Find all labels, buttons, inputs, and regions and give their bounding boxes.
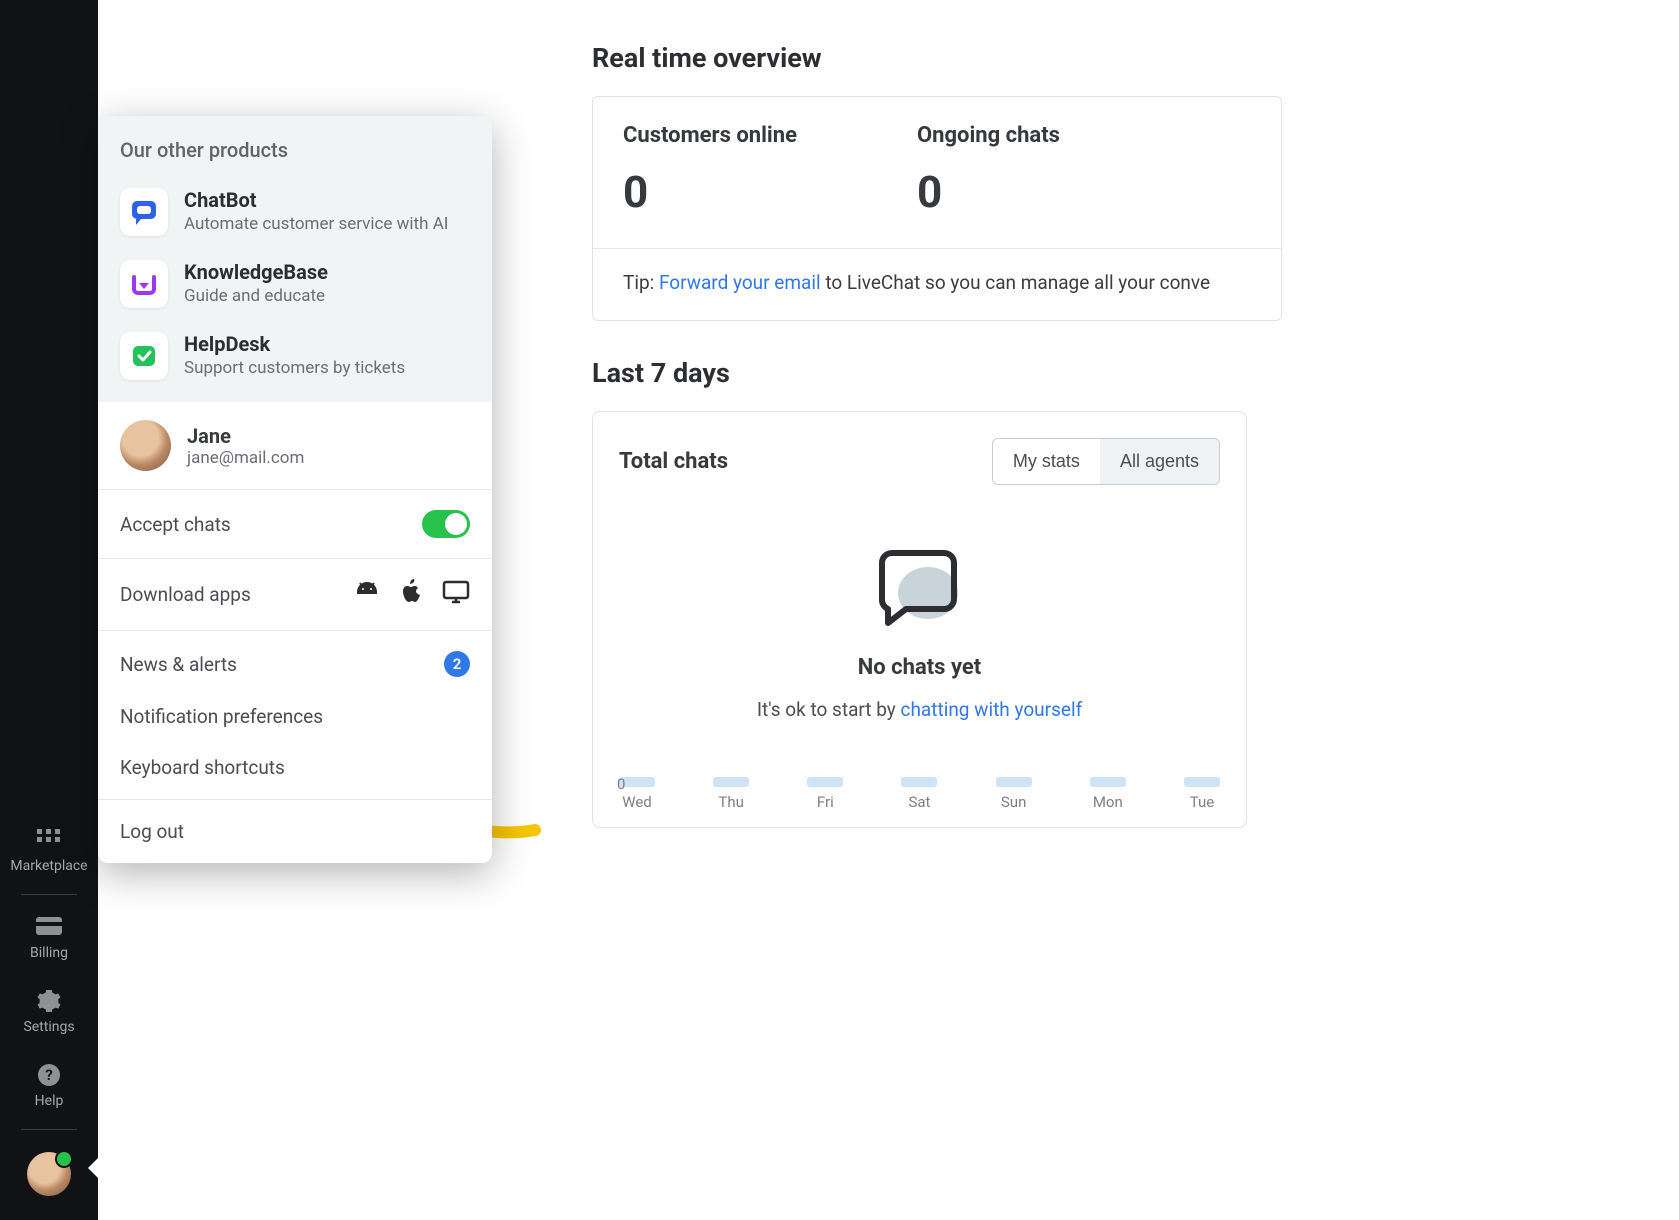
keyboard-shortcuts-link[interactable]: Keyboard shortcuts: [98, 742, 492, 793]
bar: [713, 777, 749, 787]
chat-yourself-link[interactable]: chatting with yourself: [901, 698, 1083, 721]
overview-title: Real time overview: [592, 42, 1292, 74]
overview-card: Customers online 0 Ongoing chats 0 Tip: …: [592, 96, 1282, 321]
left-rail: Marketplace Billing Settings ? Help: [0, 0, 98, 1220]
tick-fri: Fri: [807, 777, 843, 811]
popup-products-section: Our other products ChatBot Automate cust…: [98, 116, 492, 402]
main-content: Real time overview Customers online 0 On…: [592, 42, 1292, 828]
tick-thu: Thu: [713, 777, 749, 811]
total-chats-label: Total chats: [619, 449, 728, 474]
stat-label: Ongoing chats: [917, 123, 1060, 148]
last7-title: Last 7 days: [592, 357, 1292, 389]
link-label: Notification preferences: [120, 705, 323, 728]
card-divider: [593, 248, 1281, 249]
rail-label: Help: [35, 1093, 64, 1109]
grid-icon: [35, 828, 63, 852]
rail-label: Settings: [23, 1019, 74, 1035]
bar: [996, 777, 1032, 787]
empty-state: No chats yet It's ok to start by chattin…: [619, 533, 1220, 721]
tip-prefix: Tip:: [623, 271, 659, 294]
profile-popup: Our other products ChatBot Automate cust…: [98, 116, 492, 863]
accept-chats-row: Accept chats: [98, 490, 492, 559]
product-helpdesk[interactable]: HelpDesk Support customers by tickets: [120, 320, 470, 392]
stat-value: 0: [917, 166, 1060, 218]
user-email: jane@mail.com: [187, 448, 304, 468]
bar: [1090, 777, 1126, 787]
empty-text: It's ok to start by chatting with yourse…: [757, 698, 1082, 721]
product-desc: Support customers by tickets: [184, 358, 405, 378]
rail-billing[interactable]: Billing: [0, 901, 98, 975]
rail-marketplace[interactable]: Marketplace: [0, 814, 98, 888]
product-desc: Guide and educate: [184, 286, 328, 306]
links-section: News & alerts 2 Notification preferences…: [98, 631, 492, 800]
stats-segment: My stats All agents: [992, 438, 1220, 485]
popup-products-title: Our other products: [120, 138, 470, 162]
rail-separator: [21, 894, 77, 895]
tick-sun: Sun: [996, 777, 1032, 811]
rail-help[interactable]: ? Help: [0, 1049, 98, 1123]
tick-tue: Tue: [1184, 777, 1220, 811]
gear-icon: [35, 989, 63, 1013]
link-label: Log out: [120, 820, 184, 843]
empty-title: No chats yet: [858, 655, 981, 680]
tip-suffix: to LiveChat so you can manage all your c…: [821, 271, 1210, 294]
product-knowledgebase[interactable]: KnowledgeBase Guide and educate: [120, 248, 470, 320]
apple-icon[interactable]: [400, 579, 422, 610]
download-apps-row: Download apps: [98, 559, 492, 631]
svg-text:?: ?: [45, 1066, 52, 1084]
card-icon: [35, 915, 63, 939]
rail-separator: [21, 1129, 77, 1130]
accept-chats-label: Accept chats: [120, 513, 231, 536]
product-title: ChatBot: [184, 188, 448, 212]
tick-sat: Sat: [901, 777, 937, 811]
bar: [901, 777, 937, 787]
link-label: News & alerts: [120, 653, 237, 676]
notification-preferences-link[interactable]: Notification preferences: [98, 691, 492, 742]
bar: [1184, 777, 1220, 787]
user-name: Jane: [187, 424, 304, 448]
last7-card: Total chats My stats All agents No chats…: [592, 411, 1247, 828]
seg-my-stats[interactable]: My stats: [993, 439, 1100, 484]
product-chatbot[interactable]: ChatBot Automate customer service with A…: [120, 176, 470, 248]
stat-customers: Customers online 0: [623, 123, 797, 218]
bar: [807, 777, 843, 787]
knowledgebase-icon: [120, 260, 168, 308]
user-info[interactable]: Jane jane@mail.com: [98, 402, 492, 490]
rail-label: Marketplace: [10, 858, 87, 874]
product-title: HelpDesk: [184, 332, 405, 356]
tick-mon: Mon: [1090, 777, 1126, 811]
rail-settings[interactable]: Settings: [0, 975, 98, 1049]
news-alerts-link[interactable]: News & alerts 2: [98, 637, 492, 691]
logout-link[interactable]: Log out: [98, 800, 492, 863]
avatar: [120, 420, 171, 471]
stat-value: 0: [623, 166, 797, 218]
chat-bubble-icon: [870, 533, 970, 637]
chatbot-icon: [120, 188, 168, 236]
y-axis-zero: 0: [617, 775, 625, 793]
stat-label: Customers online: [623, 123, 797, 148]
chart-axis: 0 Wed Thu Fri Sat Sun Mon Tue: [619, 777, 1220, 811]
help-icon: ?: [35, 1063, 63, 1087]
forward-email-link[interactable]: Forward your email: [659, 271, 821, 294]
link-label: Keyboard shortcuts: [120, 756, 285, 779]
overview-tip: Tip: Forward your email to LiveChat so y…: [623, 271, 1251, 294]
download-apps-label: Download apps: [120, 583, 251, 606]
rail-avatar[interactable]: [27, 1152, 71, 1196]
stat-ongoing: Ongoing chats 0: [917, 123, 1060, 218]
popup-caret: [88, 1156, 100, 1180]
desktop-icon[interactable]: [442, 580, 470, 609]
seg-all-agents[interactable]: All agents: [1100, 439, 1219, 484]
product-title: KnowledgeBase: [184, 260, 328, 284]
android-icon[interactable]: [354, 580, 380, 609]
news-badge: 2: [444, 651, 470, 677]
helpdesk-icon: [120, 332, 168, 380]
product-desc: Automate customer service with AI: [184, 214, 448, 234]
accept-chats-toggle[interactable]: [422, 510, 470, 538]
rail-label: Billing: [30, 945, 68, 961]
